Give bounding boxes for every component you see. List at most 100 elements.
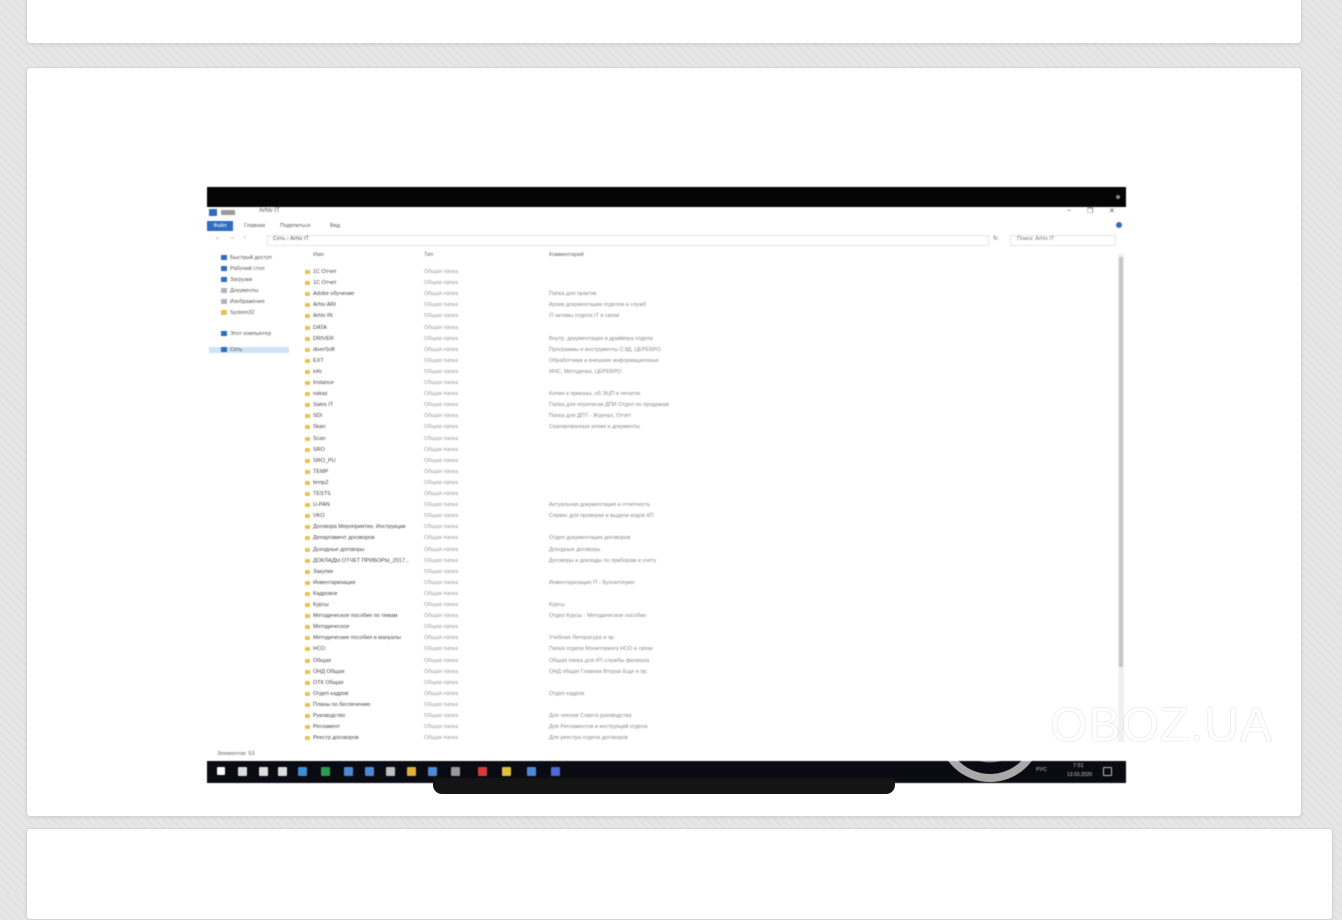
opera-icon[interactable] — [478, 767, 487, 776]
file-row[interactable]: SDI Общая папка Папка для ДПТ - Журнал, От… — [302, 411, 772, 422]
file-row[interactable]: ДОКЛАДЫ ОТЧЕТ ПРИБОРЫ_2017... Общая папка… — [302, 556, 772, 567]
mail-icon[interactable] — [551, 767, 560, 776]
minimize-button[interactable]: – — [1067, 207, 1071, 214]
file-row[interactable]: Регламент Общая папка Для Регламентов и ин… — [302, 722, 772, 733]
file-row[interactable]: SRO Общая папка — [302, 445, 772, 456]
file-row[interactable]: U-PAN Общая папка Актуальная документация … — [302, 500, 772, 511]
nav-item[interactable]: Этот компьютер — [221, 331, 271, 337]
file-name: SRO — [313, 446, 325, 453]
file-row[interactable]: Adobe обучение Общая папка Папка для практ… — [302, 289, 772, 300]
forward-button[interactable]: → — [229, 235, 235, 241]
file-type: Общая папка — [424, 679, 459, 686]
file-row[interactable]: Кадровое Общая папка — [302, 589, 772, 600]
file-row[interactable]: Планы по беспечению Общая папка — [302, 700, 772, 711]
file-comment: Сканированные копии и документы — [549, 424, 640, 431]
file-type: Общая папка — [424, 646, 459, 653]
file-row[interactable]: Отдел кадров Общая папка Отдел кадров — [302, 689, 772, 700]
file-row[interactable]: Инвентаризация Общая папка Инвентаризация … — [302, 578, 772, 589]
tray-language[interactable]: РУС — [1036, 767, 1047, 773]
folder-icon — [305, 480, 310, 485]
file-row[interactable]: Skan Общая папка Сканированные копии и док… — [302, 422, 772, 433]
maximize-button[interactable]: ❐ — [1087, 207, 1093, 215]
file-row[interactable]: Общая Общая папка Общая папка для ИТ-служб… — [302, 656, 772, 667]
file-row[interactable]: Методические пособия и мануалы Общая папк… — [302, 633, 772, 644]
column-header-name[interactable]: Имя — [313, 252, 324, 258]
file-row[interactable]: Arhiv IN Общая папка IT-активы отдела IT и… — [302, 311, 772, 322]
explorer-icon[interactable] — [278, 767, 287, 776]
scrollbar-thumb[interactable] — [1119, 257, 1123, 667]
folder-app-icon[interactable] — [502, 767, 511, 776]
file-row[interactable]: diverSoft Общая папка Программы и инструме… — [302, 345, 772, 356]
file-row[interactable]: Закупки Общая папка — [302, 567, 772, 578]
file-row[interactable]: ОНД Общая Общая папка ОНД общая Главная Вт… — [302, 667, 772, 678]
file-row[interactable]: 1С Отчет Общая папка — [302, 267, 772, 278]
file-row[interactable]: tempZ Общая папка — [302, 478, 772, 489]
nav-item[interactable]: Загрузки — [221, 277, 252, 283]
nav-item[interactable]: Документы — [221, 288, 258, 294]
file-row[interactable]: DATA Общая папка — [302, 323, 772, 334]
file-row[interactable]: TEMP Общая папка — [302, 467, 772, 478]
edge-icon[interactable] — [298, 767, 307, 776]
bottom-card — [26, 828, 1333, 920]
store-icon[interactable] — [527, 767, 536, 776]
refresh-button[interactable]: ↻ — [993, 235, 998, 242]
file-row[interactable]: Scan Общая папка — [302, 434, 772, 445]
file-row[interactable]: Sales IT Общая папка Папка для переписки Д… — [302, 400, 772, 411]
file-type: Общая папка — [424, 701, 459, 708]
file-row[interactable]: info Общая папка ИНС, Методичка, ЦЕРЕБРО — [302, 367, 772, 378]
file-row[interactable]: Руководство Общая папка Для членов Совета … — [302, 711, 772, 722]
file-row[interactable]: 1С Отчет Общая папка — [302, 278, 772, 289]
file-type: Общая папка — [424, 724, 459, 731]
file-row[interactable]: EXT Общая папка Обработчики и внешние инфо… — [302, 356, 772, 367]
file-type: Общая папка — [424, 324, 459, 331]
start-icon[interactable] — [217, 767, 225, 775]
nav-item[interactable]: System32 — [221, 310, 254, 316]
files-icon[interactable] — [428, 767, 437, 776]
python-icon[interactable] — [386, 767, 395, 776]
search-icon[interactable] — [238, 767, 247, 776]
file-row[interactable]: Arhiv ARI Общая папка Архив документации о… — [302, 300, 772, 311]
file-row[interactable]: VKO Общая папка Сервис для проверки и выда… — [302, 511, 772, 522]
file-row[interactable]: TESTS Общая папка — [302, 489, 772, 500]
tray-clock-time[interactable]: 7:51 — [1073, 763, 1084, 769]
quick-access-toolbar[interactable] — [221, 210, 235, 215]
tab-home[interactable]: Главная — [241, 221, 268, 231]
tab-share[interactable]: Поделиться — [277, 221, 313, 231]
file-row[interactable]: Курсы Общая папка Курсы — [302, 600, 772, 611]
nav-item[interactable]: Изображения — [221, 299, 265, 305]
tab-view[interactable]: Вид — [327, 221, 343, 231]
tray-clock-date[interactable]: 13.03.2020 — [1067, 772, 1092, 778]
file-row[interactable]: Договора Мероприятия, Инструкции Общая па… — [302, 522, 772, 533]
file-row[interactable]: Методическое пособие по темам Общая папка… — [302, 611, 772, 622]
search-placeholder: Поиск: Arhiv IT — [1017, 236, 1055, 242]
tab-file[interactable]: Файл — [207, 221, 233, 231]
folder-icon — [305, 558, 310, 563]
file-row[interactable]: DRIVER Общая папка Внутр. документация и д… — [302, 334, 772, 345]
file-row[interactable]: SRO_PU Общая папка — [302, 456, 772, 467]
address-bar[interactable] — [267, 235, 989, 246]
nav-item[interactable]: Сеть — [209, 347, 289, 353]
file-row[interactable]: Доходные договоры Общая папка Доходные дог… — [302, 545, 772, 556]
nav-item[interactable]: Быстрый доступ — [221, 255, 272, 261]
nav-item[interactable]: Рабочий стол — [221, 266, 265, 272]
word-icon[interactable] — [344, 767, 353, 776]
back-button[interactable]: ← — [215, 235, 221, 241]
file-row[interactable]: Департамент договоров Общая папка Отдел до… — [302, 533, 772, 544]
close-button[interactable]: ✕ — [1109, 207, 1115, 215]
task-view-icon[interactable] — [259, 767, 268, 776]
file-row[interactable]: Методическое Общая папка — [302, 622, 772, 633]
column-header-comment[interactable]: Комментарий — [549, 252, 584, 258]
file-row[interactable]: Реестр договоров Общая папка Для реестра о… — [302, 733, 772, 744]
pencil-icon[interactable] — [407, 767, 416, 776]
excel-icon[interactable] — [321, 767, 330, 776]
file-row[interactable]: nakaz Общая папка Копии и приказы, об ЭЦП … — [302, 389, 772, 400]
column-header-type[interactable]: Тип — [424, 252, 433, 258]
up-button[interactable]: ↑ — [243, 235, 246, 241]
file-row[interactable]: ОТК Общая Общая папка — [302, 678, 772, 689]
notification-icon[interactable] — [1103, 767, 1112, 776]
terminal-icon[interactable] — [451, 767, 460, 776]
file-row[interactable]: Instance Общая папка — [302, 378, 772, 389]
file-row[interactable]: НСО Общая папка Папка отдела Мониторинга Н… — [302, 644, 772, 655]
chart-app-icon[interactable] — [365, 767, 374, 776]
help-icon[interactable] — [1116, 222, 1122, 228]
